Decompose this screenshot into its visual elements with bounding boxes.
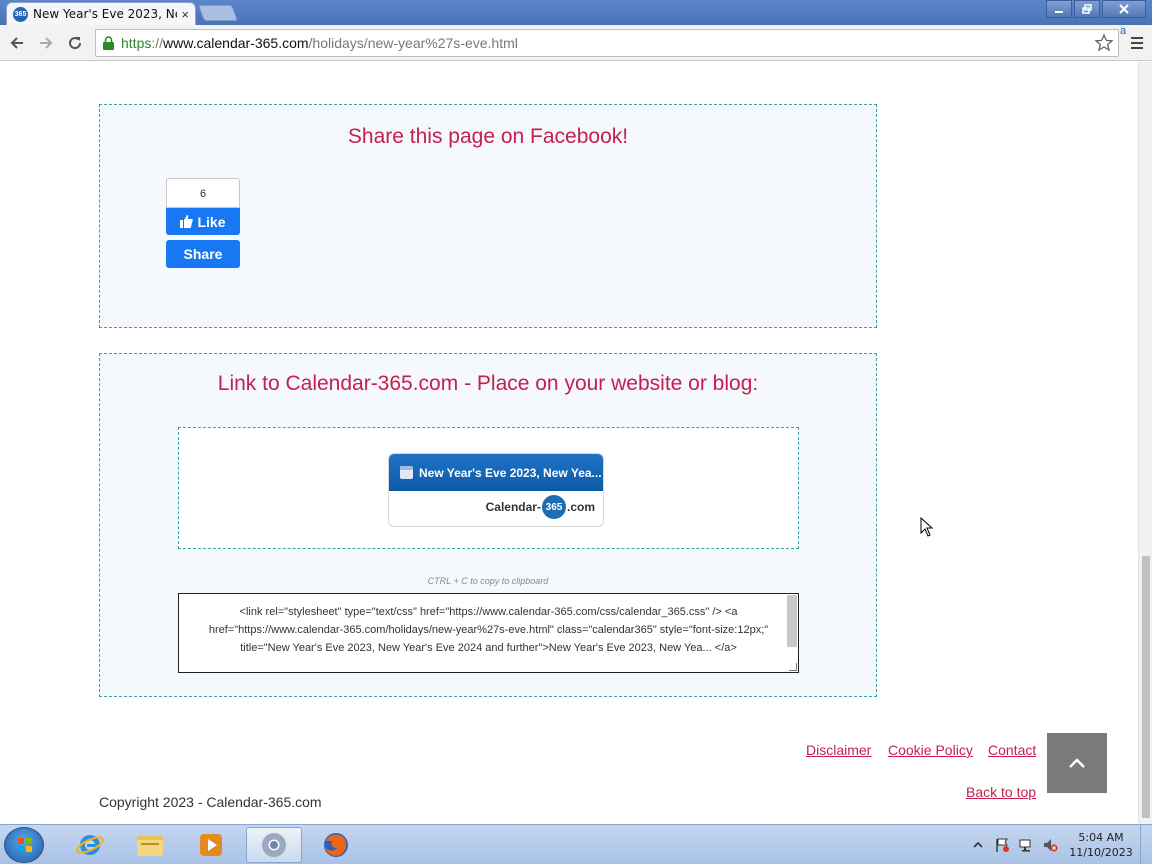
logo-text-right: .com	[566, 500, 595, 514]
clock-time: 5:04 AM	[1078, 831, 1124, 844]
volume-muted-icon[interactable]	[1042, 837, 1058, 853]
scrollbar-thumb[interactable]	[1142, 556, 1150, 818]
like-label: Like	[197, 213, 226, 230]
network-icon[interactable]	[1018, 837, 1034, 853]
start-button[interactable]	[4, 827, 44, 863]
folder-icon	[137, 836, 163, 856]
address-bar[interactable]: https://www.calendar-365.com/holidays/ne…	[95, 29, 1119, 57]
tab-title: New Year's Eve 2023, New	[33, 7, 178, 21]
url-scheme: https	[121, 35, 152, 51]
copy-hint: CTRL + C to copy to clipboard	[427, 576, 549, 586]
calendar-icon	[400, 466, 413, 479]
reload-icon	[69, 37, 82, 50]
back-button[interactable]	[5, 31, 29, 55]
bookmark-star-icon[interactable]	[1094, 33, 1114, 53]
textarea-scrollbar[interactable]	[787, 595, 797, 647]
system-tray	[970, 825, 1066, 864]
browser-tab[interactable]: 365 New Year's Eve 2023, New ×	[6, 2, 196, 25]
thumbs-up-icon	[180, 215, 194, 228]
copyright-text: Copyright 2023 - Calendar-365.com	[99, 794, 322, 810]
close-window-button[interactable]	[1102, 0, 1146, 18]
browser-toolbar: https://www.calendar-365.com/holidays/ne…	[0, 25, 1152, 61]
show-hidden-icons-icon[interactable]	[970, 837, 986, 853]
chrome-taskbar-button[interactable]	[246, 827, 302, 863]
facebook-share-section: Share this page on Facebook! 6 Like Shar…	[99, 104, 877, 328]
disclaimer-link[interactable]: Disclaimer	[806, 742, 871, 758]
system-clock[interactable]: 5:04 AM 11/10/2023	[1068, 830, 1134, 860]
share-section-title: Share this page on Facebook!	[347, 125, 629, 148]
url-host: www.calendar-365.com	[163, 35, 309, 51]
firefox-icon	[324, 833, 348, 857]
logo-text-left: Calendar-	[485, 500, 541, 514]
firefox-taskbar-button[interactable]	[308, 827, 364, 863]
page-viewport: Share this page on Facebook! 6 Like Shar…	[0, 62, 1138, 824]
restore-button[interactable]	[1074, 0, 1100, 18]
internet-explorer-taskbar-button[interactable]	[62, 827, 118, 863]
chevron-up-icon	[1069, 758, 1085, 768]
internet-explorer-icon	[76, 835, 104, 855]
chrome-icon	[262, 833, 286, 857]
facebook-like-button[interactable]: Like	[166, 208, 240, 235]
extension-icon[interactable]: a	[1120, 25, 1126, 37]
contact-link[interactable]: Contact	[988, 742, 1036, 758]
textarea-resize-handle[interactable]	[789, 663, 797, 671]
back-arrow-icon	[10, 37, 23, 49]
calendar365-badge-link[interactable]: New Year's Eve 2023, New Yea... Calendar…	[388, 453, 604, 527]
cookie-policy-link[interactable]: Cookie Policy	[888, 742, 973, 758]
new-tab-button[interactable]	[198, 5, 238, 21]
logo-circle: 365	[541, 495, 566, 519]
window-controls	[1044, 0, 1146, 18]
minimize-button[interactable]	[1046, 0, 1072, 18]
close-icon	[1119, 4, 1129, 14]
menu-bar-line	[1131, 47, 1143, 49]
url-text: https://www.calendar-365.com/holidays/ne…	[121, 35, 518, 51]
file-explorer-taskbar-button[interactable]	[122, 827, 178, 863]
badge-header: New Year's Eve 2023, New Yea...	[389, 454, 603, 491]
link-embed-section: Link to Calendar-365.com - Place on your…	[99, 353, 877, 697]
facebook-share-button[interactable]: Share	[166, 240, 240, 268]
embed-code: <link rel="stylesheet" type="text/css" h…	[208, 606, 769, 654]
url-path: /holidays/new-year%27s-eve.html	[308, 35, 518, 51]
forward-arrow-icon	[40, 37, 53, 49]
browser-menu-button[interactable]	[1128, 31, 1146, 55]
forward-button[interactable]	[34, 31, 58, 55]
browser-title-bar: 365 New Year's Eve 2023, New ×	[0, 0, 1152, 25]
back-to-top-link[interactable]: Back to top	[966, 784, 1036, 800]
url-separator: ://	[151, 35, 164, 51]
mouse-cursor-icon	[920, 517, 934, 537]
menu-bar-line	[1131, 42, 1143, 44]
calendar365-favicon-icon: 365	[13, 6, 28, 22]
page-scrollbar[interactable]	[1138, 62, 1152, 824]
badge-preview-area: New Year's Eve 2023, New Yea... Calendar…	[178, 427, 799, 549]
minimize-icon	[1055, 11, 1063, 13]
clock-date: 11/10/2023	[1069, 846, 1133, 859]
calendar365-logo: Calendar- 365 .com	[486, 495, 595, 519]
link-section-title: Link to Calendar-365.com - Place on your…	[217, 372, 759, 395]
reload-button[interactable]	[63, 31, 87, 55]
lock-icon	[103, 35, 114, 50]
media-player-taskbar-button[interactable]	[183, 827, 239, 863]
restore-icon	[1082, 4, 1092, 14]
like-count: 6	[166, 178, 240, 208]
action-center-flag-icon[interactable]	[994, 837, 1010, 853]
badge-title: New Year's Eve 2023, New Yea...	[419, 465, 602, 480]
menu-bar-line	[1131, 37, 1143, 39]
embed-code-textarea[interactable]: <link rel="stylesheet" type="text/css" h…	[178, 593, 799, 673]
scroll-to-top-button[interactable]	[1047, 733, 1107, 793]
windows-logo-icon	[18, 838, 32, 852]
show-desktop-button[interactable]	[1140, 825, 1152, 864]
media-player-icon	[200, 834, 222, 856]
tab-close-icon[interactable]: ×	[181, 7, 189, 22]
windows-taskbar: 5:04 AM 11/10/2023	[0, 824, 1152, 864]
